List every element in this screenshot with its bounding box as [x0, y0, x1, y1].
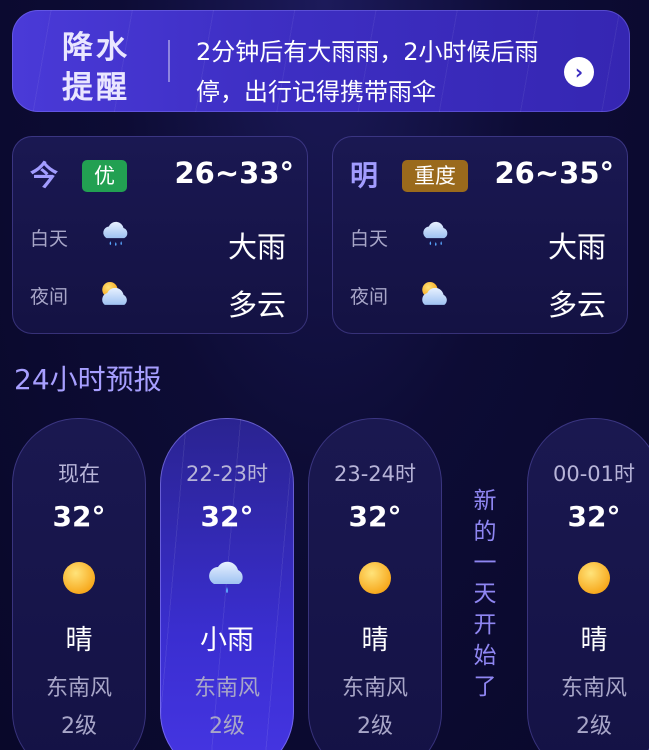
hour-wind-level: 2级 [209, 714, 245, 739]
hour-temp: 32° [348, 500, 402, 533]
hourly-item-now[interactable]: 现在 32° 晴 东南风 2级 [12, 418, 146, 750]
hour-temp: 32° [567, 500, 621, 533]
hour-condition: 晴 [580, 625, 608, 656]
hourly-item-00-01[interactable]: 00-01时 32° 晴 东南风 2级 [527, 418, 649, 750]
tomorrow-label: 明 [350, 159, 379, 192]
today-card[interactable]: 今 优 26~33° 白天 大雨 夜间 多云 [12, 136, 308, 334]
night-label: 夜间 [30, 286, 69, 308]
hour-condition: 小雨 [200, 625, 254, 656]
alert-message: 2分钟后有大雨雨，2小时候后雨停，出行记得携带雨伞 [196, 38, 539, 106]
daytime-label: 白天 [350, 228, 389, 250]
hour-wind: 东南风 [45, 676, 112, 701]
heavy-rain-icon [416, 218, 454, 252]
hour-time: 00-01时 [552, 462, 636, 486]
daytime-condition: 大雨 [227, 230, 286, 264]
heavy-rain-icon [96, 218, 134, 252]
night-label: 夜间 [350, 286, 389, 308]
hour-condition: 晴 [361, 625, 389, 656]
daytime-label: 白天 [30, 228, 69, 250]
new-day-divider: 新的一天开始了 [473, 488, 497, 700]
sun-icon [57, 556, 101, 600]
hour-wind: 东南风 [193, 676, 260, 701]
alert-title: 降水提醒 [62, 30, 130, 106]
tomorrow-card[interactable]: 明 重度 26~35° 白天 大雨 夜间 多云 [332, 136, 628, 334]
aqi-badge: 重度 [402, 160, 468, 192]
rain-alert-banner[interactable]: 降水提醒 2分钟后有大雨雨，2小时候后雨停，出行记得携带雨伞 › [12, 10, 630, 112]
sun-icon [353, 556, 397, 600]
weather-page: 降水提醒 2分钟后有大雨雨，2小时候后雨停，出行记得携带雨伞 › 今 优 26~… [0, 0, 649, 750]
today-label: 今 [30, 159, 59, 192]
partly-cloudy-icon [96, 276, 134, 310]
hourly-item-23-24[interactable]: 23-24时 32° 晴 东南风 2级 [308, 418, 442, 750]
night-condition: 多云 [547, 288, 606, 322]
hour-wind-level: 2级 [61, 714, 97, 739]
partly-cloudy-icon [416, 276, 454, 310]
light-rain-icon [205, 556, 249, 600]
temp-range: 26~33° [174, 156, 294, 190]
hourly-item-22-23[interactable]: 22-23时 32° 小雨 东南风 2级 [160, 418, 294, 750]
hour-time: 22-23时 [185, 462, 269, 486]
hour-wind-level: 2级 [576, 714, 612, 739]
hour-wind: 东南风 [341, 676, 408, 701]
hour-wind: 东南风 [560, 676, 627, 701]
chevron-right-icon[interactable]: › [564, 57, 594, 87]
hour-time: 现在 [58, 462, 100, 486]
hour-temp: 32° [52, 500, 106, 533]
hour-temp: 32° [200, 500, 254, 533]
hourly-forecast-title: 24小时预报 [14, 363, 162, 396]
alert-divider [168, 40, 170, 82]
hour-wind-level: 2级 [357, 714, 393, 739]
aqi-badge: 优 [82, 160, 127, 192]
sun-icon [572, 556, 616, 600]
daytime-condition: 大雨 [547, 230, 606, 264]
night-condition: 多云 [227, 288, 286, 322]
hour-condition: 晴 [65, 625, 93, 656]
temp-range: 26~35° [494, 156, 614, 190]
hour-time: 23-24时 [333, 462, 417, 486]
